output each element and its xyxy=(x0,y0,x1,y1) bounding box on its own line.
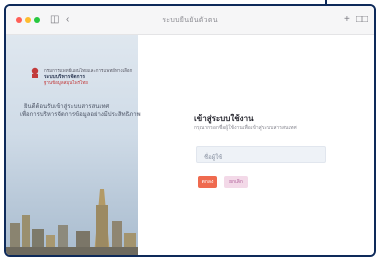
organization-logo-icon xyxy=(31,67,39,78)
window-titlebar: ◫ ‹ ระบบยืนยันตัวตน + □□ xyxy=(6,6,374,35)
username-input[interactable]: ชื่อผู้ใช้ xyxy=(196,146,326,163)
tab-overview-icon[interactable]: □□ xyxy=(356,14,368,26)
login-panel xyxy=(138,35,374,255)
browser-window: ◫ ‹ ระบบยืนยันตัวตน + □□ xyxy=(4,4,376,257)
login-subtitle: กรุณากรอกชื่อผู้ใช้งานเพื่อเข้าสู่ระบบสา… xyxy=(194,125,297,131)
new-tab-icon[interactable]: + xyxy=(344,14,350,26)
org-name-line3: ฐานข้อมูลสมุนไพรไทย xyxy=(44,80,88,85)
city-skyline-image xyxy=(6,189,138,255)
welcome-tagline-line2: เพื่อการบริหารจัดการข้อมูลอย่างมีประสิทธ… xyxy=(20,112,141,118)
submit-button[interactable]: ตกลง xyxy=(198,176,217,188)
cancel-button[interactable]: ยกเลิก xyxy=(224,176,248,188)
frame-notch xyxy=(325,0,327,6)
address-bar[interactable]: ระบบยืนยันตัวตน xyxy=(6,15,374,26)
